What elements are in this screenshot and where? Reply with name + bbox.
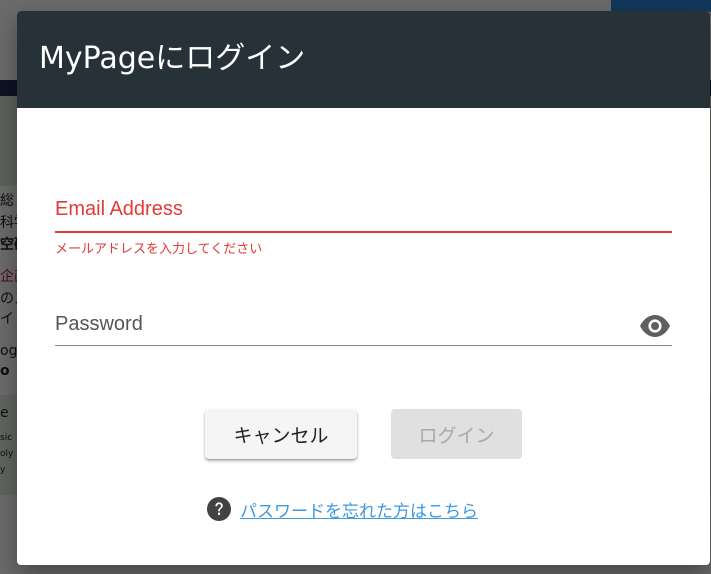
help-circle-icon bbox=[207, 497, 231, 521]
cancel-button[interactable]: キャンセル bbox=[205, 409, 357, 459]
email-underline bbox=[55, 231, 672, 233]
email-field[interactable]: Email Address bbox=[55, 191, 672, 233]
login-dialog: MyPageにログイン Email Address メールアドレスを入力してくだ… bbox=[17, 11, 710, 565]
password-input[interactable] bbox=[55, 305, 635, 345]
login-button[interactable]: ログイン bbox=[391, 409, 522, 459]
eye-icon[interactable] bbox=[638, 311, 672, 341]
dialog-title: MyPageにログイン bbox=[39, 41, 306, 76]
password-field[interactable]: Password bbox=[55, 305, 672, 347]
email-error-text: メールアドレスを入力してください bbox=[55, 242, 263, 257]
password-underline bbox=[55, 345, 672, 346]
eye-icon-graphic bbox=[640, 315, 670, 337]
email-input[interactable] bbox=[55, 191, 672, 231]
forgot-password: パスワードを忘れた方はこちら bbox=[207, 495, 478, 523]
forgot-password-link[interactable]: パスワードを忘れた方はこちら bbox=[240, 497, 478, 522]
dialog-header: MyPageにログイン bbox=[17, 11, 710, 108]
